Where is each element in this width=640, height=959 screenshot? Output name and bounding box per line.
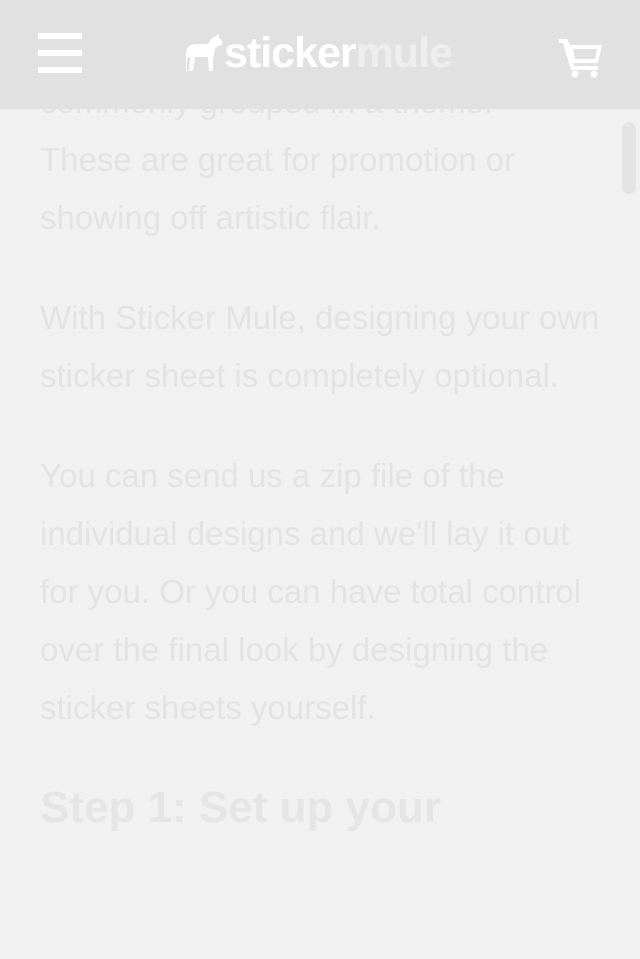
article-paragraph-2: With Sticker Mule, designing your own st… <box>40 299 600 394</box>
article-paragraph-3: You can send us a zip file of the indivi… <box>40 457 582 726</box>
page: commonly grouped in a theme. These are g… <box>0 0 640 959</box>
logo-text-mule: mule <box>355 29 453 77</box>
mule-icon <box>186 34 223 71</box>
paragraph-1-text: These are great for promotion or showing… <box>40 141 516 236</box>
sticker-mule-logo[interactable]: sticker mule <box>180 28 453 78</box>
shopping-cart-icon[interactable] <box>557 36 605 78</box>
section-heading: Step 1: Set up your <box>40 783 441 832</box>
logo-text-sticker: sticker <box>224 29 357 77</box>
hamburger-menu-icon[interactable] <box>38 33 82 73</box>
top-navigation-bar: sticker mule <box>0 0 640 109</box>
article-body: commonly grouped in a theme. These are g… <box>40 73 600 837</box>
scrollbar-thumb[interactable] <box>622 122 636 194</box>
